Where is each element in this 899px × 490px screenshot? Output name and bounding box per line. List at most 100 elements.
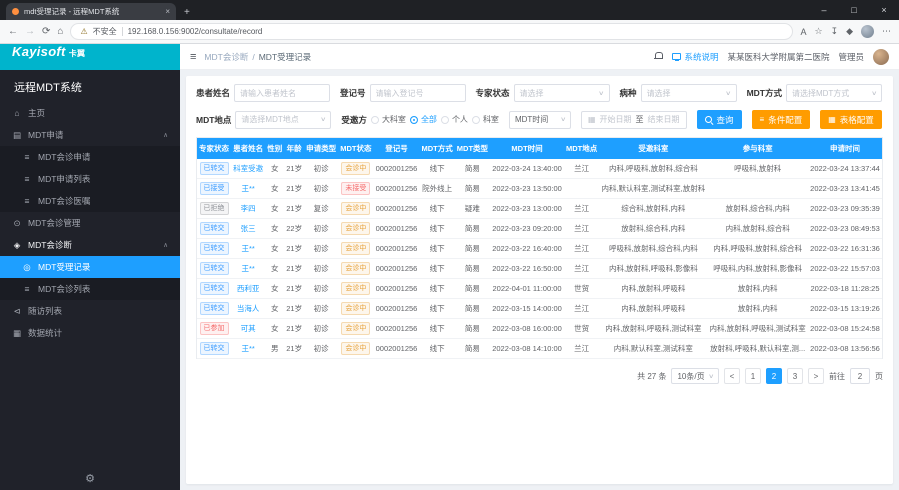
patient-name-link[interactable]: 王** [241,184,254,193]
new-tab-button[interactable]: + [184,7,190,18]
browser-tab[interactable]: mdt受理记录 - 远程MDT系统 × [6,3,176,20]
maximize-button[interactable]: □ [839,0,869,20]
patient-name-link[interactable]: 西利亚 [237,284,260,293]
radio-department[interactable]: 科室 [472,114,499,125]
patient-name-link[interactable]: 科室受邀 [233,164,263,173]
next-page-button[interactable]: > [808,368,824,384]
patient-name-input[interactable] [234,84,330,102]
sidebar: Kayisoft 卡翼 远程MDT系统 ⌂ 主页 ▤ MDT申请 ∧ ≡ MDT… [0,44,180,490]
favorites-star-icon[interactable]: ☆ [814,26,822,37]
read-aloud-icon[interactable]: A [800,27,806,37]
patient-name-link[interactable]: 可其 [241,324,256,333]
radio-big-department[interactable]: 大科室 [371,114,406,125]
tab-close-icon[interactable]: × [165,7,170,16]
sidebar-item-mdt-apply[interactable]: ▤ MDT申请 ∧ [0,124,180,146]
mdt-mode-select[interactable]: 请选择MDT方式 ∨ [786,84,882,102]
sidebar-item-mdt-consult-manage[interactable]: ⊙ MDT会诊管理 [0,212,180,234]
condition-config-button[interactable]: ≡ 条件配置 [752,110,811,129]
page-size-select[interactable]: 10条/页 ∨ [671,368,719,384]
system-help-link[interactable]: 系统说明 [672,51,718,63]
column-header: 专家状态 [197,138,231,159]
sidebar-item-mdt-acceptance-records[interactable]: ◎ MDT受理记录 [0,256,180,278]
sidebar-item-label: 数据统计 [28,327,62,339]
mdt-place-select[interactable]: 请选择MDT地点 ∨ [235,111,331,129]
cell-mdt-mode: 线下 [419,199,454,219]
patient-name-link[interactable]: 李四 [241,204,256,213]
cell-participating-depts: 放射科,内科 [707,299,808,319]
goto-page-input[interactable] [850,368,870,384]
cell-mdt-time: 2022-03-24 13:40:00 [490,159,564,179]
sidebar-item-followup-list[interactable]: ⊲ 随访列表 [0,300,180,322]
menu-fold-icon[interactable]: ≡ [190,51,196,63]
prev-page-button[interactable]: < [724,368,740,384]
status-badge: 已转交 [200,302,229,315]
cell-participating-depts: 内科,放射科,综合科 [707,219,808,239]
patient-name-link[interactable]: 王** [241,344,254,353]
patient-name-filter: 患者姓名 [196,84,330,102]
sidebar-item-mdt-consult-list[interactable]: ≡ MDT会诊列表 [0,278,180,300]
page-button-3[interactable]: 3 [787,368,803,384]
cell-mdt-mode: 线下 [419,239,454,259]
date-range-picker[interactable]: ▦ 开始日期 至 结束日期 [581,111,687,129]
page-button-1[interactable]: 1 [745,368,761,384]
sidebar-item-mdt-apply-list[interactable]: ≡ MDT申请列表 [0,168,180,190]
address-bar[interactable]: ⚠ 不安全 192.168.0.156:9002/consultate/reco… [70,23,793,40]
browser-home-icon[interactable]: ⌂ [57,26,63,37]
browser-profile-avatar[interactable] [861,25,874,38]
cell-participating-depts: 呼吸科,内科,放射科,影像科 [707,259,808,279]
column-header: MDT类型 [455,138,490,159]
forward-icon[interactable]: → [25,26,35,37]
cell-participating-depts: 内科,呼吸科,放射科,综合科 [707,239,808,259]
main-area: ≡ MDT会诊断 / MDT受理记录 系统说明 某某医科大学附属第二医院 管理员 [180,44,899,490]
column-header: MDT地点 [564,138,599,159]
expert-status-select[interactable]: 请选择 ∨ [514,84,610,102]
clock-icon: ⊙ [12,218,22,229]
cell-mdt-place: 兰江 [564,219,599,239]
sidebar-item-home[interactable]: ⌂ 主页 [0,102,180,124]
total-count: 共 27 条 [637,371,666,382]
patient-name-link[interactable]: 当海人 [237,304,260,313]
downloads-icon[interactable]: ↧ [831,26,839,37]
status-badge: 已拒绝 [200,202,229,215]
status-badge: 已接受 [200,182,229,195]
user-avatar[interactable] [873,49,889,65]
radio-personal[interactable]: 个人 [441,114,468,125]
logo-suffix: 卡翼 [69,48,86,59]
settings-gear-icon[interactable]: ⚙ [85,472,95,485]
refresh-icon[interactable]: ⟳ [42,26,50,37]
table-config-label: 表格配置 [840,114,874,126]
sidebar-item-mdt-consult-apply[interactable]: ≡ MDT会诊申请 [0,146,180,168]
back-icon[interactable]: ← [8,26,18,37]
patient-name-link[interactable]: 王** [241,244,254,253]
select-placeholder: 请选择MDT方式 [792,88,849,99]
status-badge: 已参加 [200,322,229,335]
browser-menu-icon[interactable]: ⋯ [882,26,891,37]
register-no-input[interactable] [370,84,466,102]
page-size-value: 10条/页 [677,371,704,382]
cell-apply-time: 2022-03-18 11:28:25 [808,279,882,299]
url-text: 192.168.0.156:9002/consultate/record [128,27,263,36]
disease-select[interactable]: 请选择 ∨ [641,84,737,102]
cell-mdt-status: 会诊中 [338,319,373,339]
patient-name-link[interactable]: 张三 [241,224,256,233]
sidebar-item-mdt-diagnose[interactable]: ◈ MDT会诊断 ∧ [0,234,180,256]
chevron-down-icon: ∨ [871,90,877,97]
cell-participating-depts: 呼吸科,放射科 [707,159,808,179]
cell-gender: 女 [265,279,284,299]
sidebar-item-statistics[interactable]: ▦ 数据统计 [0,322,180,344]
search-button[interactable]: 查询 [697,110,742,129]
radio-all[interactable]: 全部 [410,114,437,125]
cell-gender: 男 [265,339,284,359]
page-button-2[interactable]: 2 [766,368,782,384]
tab-title: mdt受理记录 - 远程MDT系统 [24,6,160,17]
close-button[interactable]: × [869,0,899,20]
table-config-button[interactable]: ▦ 表格配置 [820,110,882,129]
bell-icon[interactable] [654,52,663,61]
minimize-button[interactable]: – [809,0,839,20]
patient-name-link[interactable]: 王** [241,264,254,273]
sidebar-item-mdt-consult-order[interactable]: ≡ MDT会诊医嘱 [0,190,180,212]
time-field-select[interactable]: MDT时间 ∨ [509,111,571,129]
chevron-up-icon: ∧ [163,131,168,139]
status-badge: 已转交 [200,342,229,355]
extensions-icon[interactable]: ◆ [846,26,853,37]
